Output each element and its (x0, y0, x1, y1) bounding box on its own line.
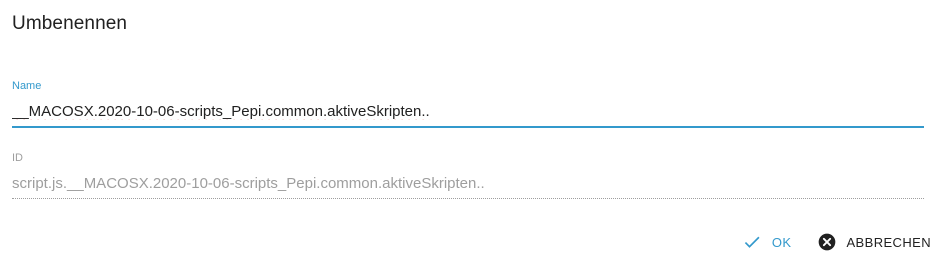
name-input[interactable] (12, 101, 924, 128)
name-field: Name (12, 79, 924, 128)
ok-button[interactable]: OK (742, 232, 792, 252)
check-icon (742, 232, 762, 252)
dialog-title: Umbenennen (12, 13, 128, 34)
dialog-actions: OK ABBRECHEN (742, 229, 931, 255)
ok-label: OK (771, 234, 792, 250)
cancel-label: ABBRECHEN (846, 234, 931, 250)
cancel-button[interactable]: ABBRECHEN (817, 232, 931, 252)
id-field: ID (12, 151, 924, 199)
id-input (12, 173, 924, 199)
id-label: ID (12, 152, 23, 164)
name-label: Name (12, 80, 42, 92)
close-circle-icon (817, 232, 837, 252)
